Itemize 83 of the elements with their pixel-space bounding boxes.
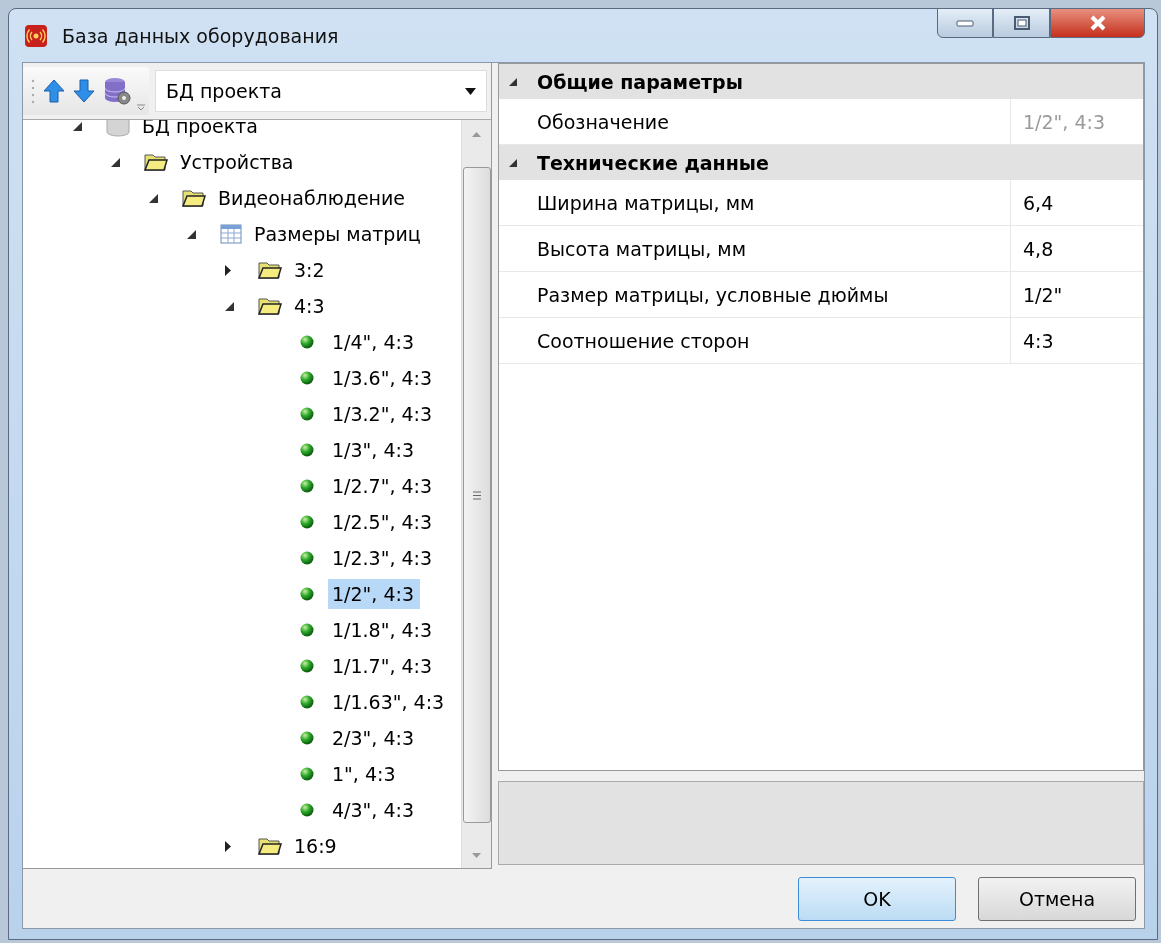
ball-icon	[300, 551, 314, 565]
ball-icon	[300, 443, 314, 457]
collapse-triangle-icon[interactable]	[73, 121, 82, 131]
ball-icon	[300, 587, 314, 601]
property-name: Ширина матрицы, мм	[499, 180, 1011, 225]
move-down-button[interactable]	[71, 77, 97, 105]
tree-item[interactable]: 1/2.7", 4:3	[328, 471, 439, 501]
property-name: Высота матрицы, мм	[499, 226, 1011, 271]
arrow-down-icon	[73, 79, 95, 103]
tree-item[interactable]: 1/2.5", 4:3	[328, 507, 439, 537]
dropdown-caret-icon	[465, 87, 476, 95]
ball-icon	[300, 335, 314, 349]
folder-icon	[144, 152, 168, 172]
tree-item[interactable]: 1/3.2", 4:3	[328, 399, 439, 429]
tree-item[interactable]: 1/2.3", 4:3	[328, 543, 439, 573]
table-icon	[220, 224, 242, 244]
tree-item[interactable]: 3:2	[290, 255, 331, 285]
collapse-triangle-icon[interactable]	[111, 157, 120, 167]
ball-icon	[300, 803, 314, 817]
collapse-triangle-icon[interactable]	[187, 229, 196, 239]
folder-icon	[182, 188, 206, 208]
minimize-button[interactable]	[937, 8, 993, 38]
expand-triangle-icon[interactable]	[225, 264, 234, 276]
property-value[interactable]: 6,4	[1011, 191, 1054, 214]
expand-triangle-icon[interactable]	[225, 840, 234, 852]
property-value[interactable]: 1/2"	[1011, 283, 1063, 306]
folder-icon	[258, 836, 282, 856]
ball-icon	[300, 479, 314, 493]
tree-item[interactable]: 1/2", 4:3	[328, 579, 420, 609]
folder-icon	[258, 296, 282, 316]
property-value[interactable]: 4,8	[1011, 237, 1054, 260]
tree-item[interactable]: 4:3	[290, 291, 331, 321]
window-title: База данных оборудования	[62, 24, 340, 47]
toolbar-grip-icon	[31, 78, 35, 104]
move-up-button[interactable]	[41, 77, 67, 105]
tree-item[interactable]: Размеры матриц	[250, 219, 427, 249]
tree-item[interactable]: Видеонаблюдение	[214, 183, 412, 213]
database-dropdown[interactable]: БД проекта	[155, 70, 487, 112]
maximize-button[interactable]	[993, 8, 1050, 38]
ok-button[interactable]: OK	[798, 876, 956, 921]
property-name: Размер матрицы, условные дюймы	[499, 272, 1011, 317]
tree-item[interactable]: 1/3.6", 4:3	[328, 363, 439, 393]
tree-item[interactable]: 1/1.63", 4:3	[328, 687, 451, 717]
tree-item[interactable]: БД проекта	[138, 120, 264, 141]
database-gear-icon	[103, 77, 131, 105]
ball-icon	[300, 407, 314, 421]
folder-icon	[258, 260, 282, 280]
close-button[interactable]	[1050, 8, 1145, 38]
tree-item[interactable]: 4/3", 4:3	[328, 795, 420, 825]
ball-icon	[300, 515, 314, 529]
collapse-triangle-icon[interactable]	[225, 301, 234, 311]
grip-lines-icon	[472, 490, 481, 500]
database-settings-button[interactable]	[101, 75, 133, 107]
collapse-triangle-icon[interactable]	[509, 158, 517, 167]
maximize-icon	[1012, 15, 1031, 31]
vertical-scrollbar[interactable]	[461, 120, 491, 868]
property-value[interactable]: 4:3	[1011, 329, 1054, 352]
property-name: Соотношение сторон	[499, 318, 1011, 363]
tree-item[interactable]: 2/3", 4:3	[328, 723, 420, 753]
collapse-triangle-icon[interactable]	[149, 193, 158, 203]
tree-item[interactable]: 16:9	[290, 831, 343, 861]
tree-item[interactable]: 1/1.7", 4:3	[328, 651, 439, 681]
ball-icon	[300, 695, 314, 709]
tree-item[interactable]: 1/1.8", 4:3	[328, 615, 439, 645]
ball-icon	[300, 767, 314, 781]
ball-icon	[300, 731, 314, 745]
ball-icon	[300, 659, 314, 673]
tree-item[interactable]: 1", 4:3	[328, 759, 402, 789]
tree-item[interactable]: Устройства	[176, 147, 300, 177]
category-label: Общие параметры	[537, 70, 743, 93]
tree-item[interactable]: 1/4", 4:3	[328, 327, 420, 357]
cancel-button[interactable]: Отмена	[978, 876, 1136, 921]
collapse-triangle-icon[interactable]	[509, 77, 517, 86]
ball-icon	[300, 623, 314, 637]
property-name: Обозначение	[499, 99, 1011, 144]
tree-item[interactable]: 1/3", 4:3	[328, 435, 420, 465]
category-label: Технические данные	[537, 151, 769, 174]
arrow-up-icon	[43, 79, 65, 103]
toolbar-overflow-icon	[137, 103, 145, 111]
scrollbar-thumb[interactable]	[462, 167, 491, 823]
app-icon	[24, 23, 48, 48]
minimize-icon	[955, 18, 975, 28]
ball-icon	[300, 371, 314, 385]
